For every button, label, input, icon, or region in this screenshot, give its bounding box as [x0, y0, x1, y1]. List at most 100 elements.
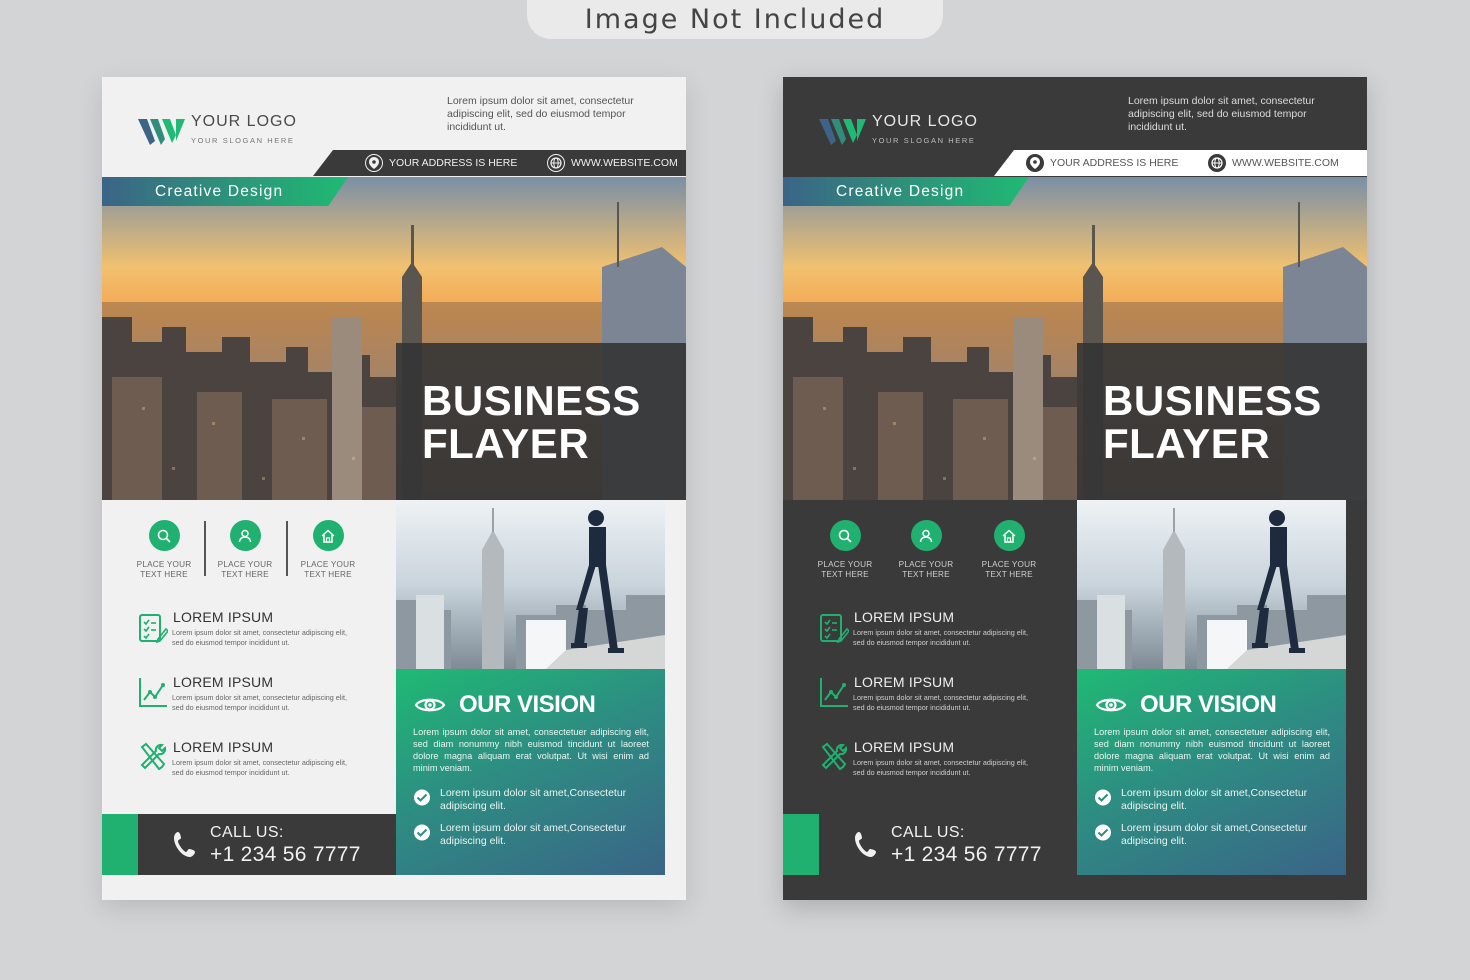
item-text: Lorem ipsum dolor sit amet, consectetur … — [172, 628, 347, 647]
logo-slogan: YOUR SLOGAN HERE — [191, 136, 295, 145]
eye-icon — [414, 698, 446, 712]
flyer-light: YOUR LOGO YOUR SLOGAN HERE Lorem ipsum d… — [102, 77, 686, 900]
call-number[interactable]: +1 234 56 7777 — [210, 843, 361, 867]
logo-slogan: YOUR SLOGAN HERE — [872, 136, 976, 145]
vision-header: OUR VISION — [414, 691, 596, 719]
list-item: LOREM IPSUM Lorem ipsum dolor sit amet, … — [819, 609, 1059, 655]
check-text: Lorem ipsum dolor sit amet,Consectetur a… — [1121, 787, 1308, 812]
website[interactable]: WWW.WEBSITE.COM — [547, 154, 678, 172]
logo-title: YOUR LOGO — [872, 113, 978, 130]
search-icon — [148, 520, 180, 551]
title-line-2: FLAYER — [422, 420, 590, 467]
call-label: CALL US: — [210, 824, 284, 841]
image-not-included-label: Image Not Included — [527, 0, 943, 39]
tagline-banner: Creative Design — [783, 177, 1029, 206]
check-item: Lorem ipsum dolor sit amet,Consectetur a… — [1094, 822, 1334, 852]
location-pin-icon — [365, 154, 383, 172]
user-icon — [910, 520, 942, 551]
tagline-banner: Creative Design — [102, 177, 348, 206]
feature-text: PLACE YOUR TEXT HERE — [817, 560, 873, 579]
user-icon — [229, 520, 261, 551]
feature-text: PLACE YOUR TEXT HERE — [981, 560, 1037, 579]
feature-search: PLACE YOUR TEXT HERE — [124, 520, 204, 580]
check-icon — [414, 824, 430, 841]
vision-title: OUR VISION — [1140, 691, 1277, 718]
item-title: LOREM IPSUM — [854, 674, 955, 690]
tools-icon — [821, 742, 848, 771]
check-item: Lorem ipsum dolor sit amet,Consectetur a… — [1094, 787, 1334, 817]
item-title: LOREM IPSUM — [173, 674, 274, 690]
vision-text: Lorem ipsum dolor sit amet, consectetuer… — [413, 727, 649, 773]
eye-icon — [1095, 698, 1127, 712]
title-panel: BUSINESS FLAYER — [1077, 343, 1367, 500]
logo: YOUR LOGO YOUR SLOGAN HERE — [138, 113, 298, 149]
checklist-icon — [139, 614, 168, 643]
feature-user: PLACE YOUR TEXT HERE — [205, 520, 285, 580]
item-title: LOREM IPSUM — [173, 609, 274, 625]
list-item: LOREM IPSUM Lorem ipsum dolor sit amet, … — [138, 674, 378, 720]
website-text[interactable]: WWW.WEBSITE.COM — [1232, 157, 1339, 169]
call-accent — [783, 814, 819, 875]
contact-strip: YOUR ADDRESS IS HERE WWW.WEBSITE.COM — [994, 150, 1367, 176]
feature-text: PLACE YOUR TEXT HERE — [217, 560, 273, 579]
logo-title: YOUR LOGO — [191, 113, 297, 130]
flyer-dark: YOUR LOGO YOUR SLOGAN HERE Lorem ipsum d… — [783, 77, 1367, 900]
title-line-1: BUSINESS — [1103, 377, 1322, 424]
businessman-image — [396, 500, 665, 669]
website[interactable]: WWW.WEBSITE.COM — [1208, 154, 1339, 172]
phone-icon — [855, 832, 876, 857]
check-icon — [414, 789, 430, 806]
list-item: LOREM IPSUM Lorem ipsum dolor sit amet, … — [138, 739, 378, 785]
call-label: CALL US: — [891, 824, 965, 841]
call-bar: CALL US: +1 234 56 7777 — [819, 814, 1077, 875]
list-item: LOREM IPSUM Lorem ipsum dolor sit amet, … — [819, 739, 1059, 785]
call-accent — [102, 814, 138, 875]
check-text: Lorem ipsum dolor sit amet,Consectetur a… — [440, 787, 627, 812]
contact-strip: YOUR ADDRESS IS HERE WWW.WEBSITE.COM — [313, 150, 686, 176]
tools-icon — [140, 742, 167, 771]
right-margin — [665, 500, 686, 875]
globe-icon — [1208, 154, 1226, 172]
item-title: LOREM IPSUM — [173, 739, 274, 755]
call-bar: CALL US: +1 234 56 7777 — [138, 814, 396, 875]
check-text: Lorem ipsum dolor sit amet,Consectetur a… — [1121, 822, 1308, 847]
vision-panel: OUR VISION Lorem ipsum dolor sit amet, c… — [396, 669, 665, 875]
feature-home: PLACE YOUR TEXT HERE — [288, 520, 368, 580]
check-text: Lorem ipsum dolor sit amet,Consectetur a… — [440, 822, 627, 847]
feature-text: PLACE YOUR TEXT HERE — [136, 560, 192, 579]
title-line-1: BUSINESS — [422, 377, 641, 424]
item-title: LOREM IPSUM — [854, 739, 955, 755]
vision-panel: OUR VISION Lorem ipsum dolor sit amet, c… — [1077, 669, 1346, 875]
w-logo-icon — [819, 119, 866, 145]
intro-text: Lorem ipsum dolor sit amet, consectetur … — [1128, 95, 1315, 133]
vision-header: OUR VISION — [1095, 691, 1277, 719]
phone-icon — [174, 832, 195, 857]
logo: YOUR LOGO YOUR SLOGAN HERE — [819, 113, 979, 149]
address-text: YOUR ADDRESS IS HERE — [389, 157, 518, 169]
feature-home: PLACE YOUR TEXT HERE — [969, 520, 1049, 580]
chart-icon — [820, 678, 848, 707]
title-line-2: FLAYER — [1103, 420, 1271, 467]
call-number[interactable]: +1 234 56 7777 — [891, 843, 1042, 867]
feature-user: PLACE YOUR TEXT HERE — [886, 520, 966, 580]
item-text: Lorem ipsum dolor sit amet, consectetur … — [172, 693, 347, 712]
check-icon — [1095, 789, 1111, 806]
check-icon — [1095, 824, 1111, 841]
item-text: Lorem ipsum dolor sit amet, consectetur … — [853, 693, 1028, 712]
item-text: Lorem ipsum dolor sit amet, consectetur … — [853, 758, 1028, 777]
right-margin — [1346, 500, 1367, 875]
home-icon — [993, 520, 1025, 551]
item-text: Lorem ipsum dolor sit amet, consectetur … — [853, 628, 1028, 647]
website-text[interactable]: WWW.WEBSITE.COM — [571, 157, 678, 169]
w-logo-icon — [138, 119, 185, 145]
list-item: LOREM IPSUM Lorem ipsum dolor sit amet, … — [819, 674, 1059, 720]
vision-title: OUR VISION — [459, 691, 596, 718]
location-pin-icon — [1026, 154, 1044, 172]
chart-icon — [139, 678, 167, 707]
title-panel: BUSINESS FLAYER — [396, 343, 686, 500]
address: YOUR ADDRESS IS HERE — [365, 154, 517, 172]
feature-search: PLACE YOUR TEXT HERE — [805, 520, 885, 580]
checklist-icon — [820, 614, 849, 643]
item-title: LOREM IPSUM — [854, 609, 955, 625]
check-item: Lorem ipsum dolor sit amet,Consectetur a… — [413, 822, 653, 852]
